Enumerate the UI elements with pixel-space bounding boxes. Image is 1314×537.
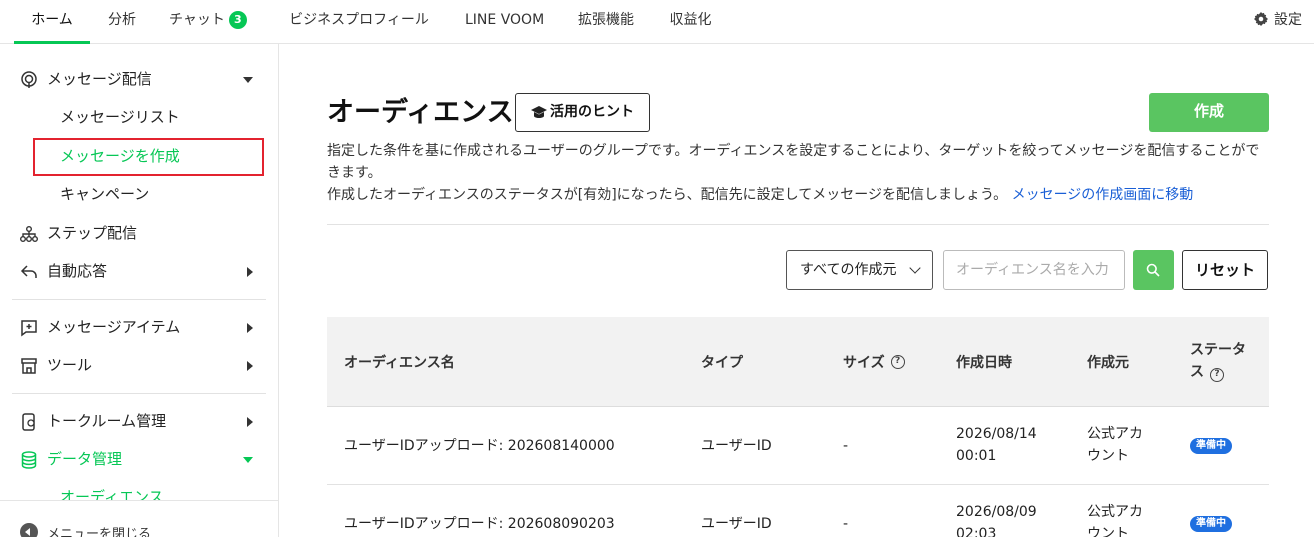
audience-search-input[interactable] xyxy=(943,250,1125,290)
caret-right-icon xyxy=(247,267,253,277)
table-row[interactable]: ユーザーIDアップロード: 202608140000 ユーザーID - 2026… xyxy=(327,407,1269,485)
settings-label: 設定 xyxy=(1274,12,1302,28)
message-plus-icon xyxy=(21,320,37,337)
audience-size: - xyxy=(843,516,849,532)
settings-link[interactable]: 設定 xyxy=(1254,0,1302,40)
sidebar-item-label: データ管理 xyxy=(47,450,123,468)
main-content: オーディエンス 活用のヒント 作成 指定した条件を基に作成されるユーザーのグルー… xyxy=(280,44,1314,537)
sidebar-item-step-delivery[interactable]: ステップ配信 xyxy=(20,221,265,245)
database-icon xyxy=(21,451,37,469)
caret-right-icon xyxy=(247,417,253,427)
column-header-creator[interactable]: 作成元 xyxy=(1087,317,1129,407)
store-icon xyxy=(21,358,37,374)
caret-right-icon xyxy=(247,323,253,333)
sidebar-item-auto-response[interactable]: 自動応答 xyxy=(20,259,265,283)
tab-analytics[interactable]: 分析 xyxy=(107,0,137,44)
sidebar-item-label: ステップ配信 xyxy=(47,224,138,242)
hierarchy-icon xyxy=(20,226,38,242)
audience-status: 準備中 xyxy=(1190,407,1232,485)
audience-created: 2026/08/09 02:03 xyxy=(956,504,1037,537)
chevron-down-icon xyxy=(909,262,921,274)
sidebar-item-campaign[interactable]: キャンペーン xyxy=(60,182,149,206)
sidebar-item-data-management[interactable]: データ管理 xyxy=(20,447,265,471)
search-icon xyxy=(1146,263,1160,277)
graduation-cap-icon xyxy=(531,106,547,118)
search-button[interactable] xyxy=(1133,250,1174,290)
usage-hint-button[interactable]: 活用のヒント xyxy=(515,93,650,132)
audience-type: ユーザーID xyxy=(701,438,772,454)
sidebar-item-label: メッセージ配信 xyxy=(47,70,152,88)
creator-filter-value: すべての作成元 xyxy=(800,262,897,278)
description-text: 作成したオーディエンスのステータスが[有効]になったら、配信先に設定してメッセー… xyxy=(327,187,1008,203)
tab-chat-label: チャット xyxy=(169,12,225,28)
chat-unread-badge: 3 xyxy=(228,11,247,29)
column-header-name[interactable]: オーディエンス名 xyxy=(344,317,455,407)
sidebar: メッセージ配信 メッセージリスト メッセージを作成 キャンペーン ステップ配信 … xyxy=(0,44,279,537)
audience-name[interactable]: ユーザーIDアップロード: 202608090203 xyxy=(344,485,615,537)
caret-right-icon xyxy=(247,361,253,371)
tab-monetization[interactable]: 収益化 xyxy=(668,0,713,44)
gear-icon xyxy=(1254,12,1268,26)
table-header: オーディエンス名 タイプ サイズ? 作成日時 作成元 ステータ ス? xyxy=(327,317,1269,407)
caret-down-icon xyxy=(243,77,253,83)
tab-business-profile[interactable]: ビジネスプロフィール xyxy=(285,0,433,44)
reply-icon xyxy=(20,265,37,278)
status-header-line-1: ステータ xyxy=(1190,342,1246,358)
tab-chat[interactable]: チャット 3 xyxy=(169,0,253,44)
table-row[interactable]: ユーザーIDアップロード: 202608090203 ユーザーID - 2026… xyxy=(327,485,1269,537)
highlight-box xyxy=(33,138,264,176)
status-badge: 準備中 xyxy=(1190,438,1232,454)
sidebar-item-label: 自動応答 xyxy=(47,262,108,280)
sidebar-item-tools[interactable]: ツール xyxy=(20,353,265,377)
column-header-type[interactable]: タイプ xyxy=(701,317,743,407)
sidebar-divider xyxy=(12,299,266,300)
hint-label: 活用のヒント xyxy=(550,104,634,120)
reset-button[interactable]: リセット xyxy=(1182,250,1268,290)
sidebar-item-label: メッセージアイテム xyxy=(47,318,181,336)
audience-created: 2026/08/14 00:01 xyxy=(956,426,1037,464)
tab-home[interactable]: ホーム xyxy=(14,0,90,44)
caret-down-icon xyxy=(243,457,253,463)
help-icon[interactable]: ? xyxy=(890,355,905,369)
description-line-1: 指定した条件を基に作成されるユーザーのグループです。オーディエンスを設定すること… xyxy=(327,143,1260,181)
status-header-line-2: ス? xyxy=(1190,361,1246,383)
close-menu-link[interactable]: メニューを閉じる xyxy=(47,523,151,537)
audience-status: 準備中 xyxy=(1190,485,1232,537)
audience-creator: 公式アカ ウント xyxy=(1087,426,1143,464)
sidebar-item-label: トークルーム管理 xyxy=(47,412,167,430)
help-icon[interactable]: ? xyxy=(1210,368,1224,382)
create-message-link[interactable]: メッセージの作成画面に移動 xyxy=(1012,187,1194,203)
tab-extensions[interactable]: 拡張機能 xyxy=(576,0,636,44)
phone-chat-icon xyxy=(22,413,35,431)
column-header-status[interactable]: ステータ ス? xyxy=(1190,317,1246,407)
audience-type: ユーザーID xyxy=(701,516,772,532)
tab-line-voom[interactable]: LINE VOOM xyxy=(465,0,544,44)
create-button[interactable]: 作成 xyxy=(1149,93,1269,132)
top-navigation: ホーム 分析 チャット 3 ビジネスプロフィール LINE VOOM 拡張機能 収… xyxy=(0,0,1314,44)
column-header-size-label: サイズ xyxy=(843,355,885,371)
sidebar-footer: メニューを閉じる xyxy=(0,500,278,537)
description-line-2: 作成したオーディエンスのステータスが[有効]になったら、配信先に設定してメッセー… xyxy=(327,184,1272,206)
sidebar-item-label: ツール xyxy=(47,356,93,374)
divider xyxy=(327,224,1269,225)
column-header-size[interactable]: サイズ? xyxy=(843,317,905,407)
collapse-menu-icon[interactable] xyxy=(20,523,38,537)
audience-size: - xyxy=(843,438,849,454)
creator-filter-select[interactable]: すべての作成元 xyxy=(786,250,933,290)
broadcast-icon xyxy=(21,71,37,88)
audience-creator: 公式アカ ウント xyxy=(1087,504,1143,537)
status-badge: 準備中 xyxy=(1190,516,1232,532)
audience-name[interactable]: ユーザーIDアップロード: 202608140000 xyxy=(344,407,615,485)
audience-table: オーディエンス名 タイプ サイズ? 作成日時 作成元 ステータ ス? ユーザーI… xyxy=(327,317,1269,537)
sidebar-item-talk-room[interactable]: トークルーム管理 xyxy=(20,409,265,433)
page-description: 指定した条件を基に作成されるユーザーのグループです。オーディエンスを設定すること… xyxy=(327,140,1272,206)
sidebar-item-message-delivery[interactable]: メッセージ配信 xyxy=(20,67,265,91)
sidebar-item-message-items[interactable]: メッセージアイテム xyxy=(20,315,265,339)
column-header-created[interactable]: 作成日時 xyxy=(956,317,1012,407)
sidebar-divider xyxy=(12,393,266,394)
page-title: オーディエンス xyxy=(327,97,514,128)
sidebar-item-message-list[interactable]: メッセージリスト xyxy=(60,105,180,129)
